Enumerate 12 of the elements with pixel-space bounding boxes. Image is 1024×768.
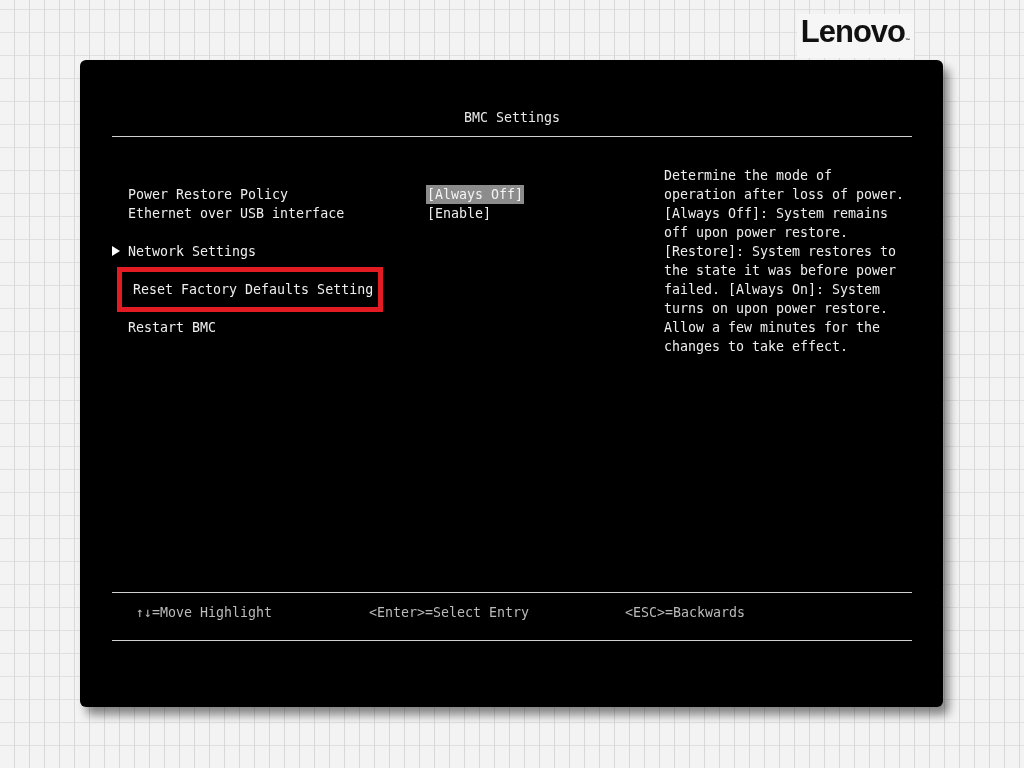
setting-value[interactable]: [Enable] — [426, 204, 493, 223]
menu-item[interactable]: Reset Factory Defaults Setting — [117, 267, 384, 312]
menu-item[interactable]: Network Settings — [128, 242, 426, 261]
key-hint: ↑↓=Move Highlight — [136, 604, 274, 622]
help-text: Determine the mode of operation after loss of power. [Always Off]: System remains off upon power restore. [Restore]: System restores to the state it was before power failed. [Always On]: System turns on upon power restore. Allow a few minutes for the changes to take effect. — [663, 167, 906, 356]
menu-item[interactable]: Restart BMC — [128, 318, 426, 337]
submenu-arrow-icon — [112, 246, 120, 256]
menu-item[interactable]: Ethernet over USB interface — [128, 204, 426, 223]
key-hint: <Enter>=Select Entry — [369, 604, 531, 622]
menu-item[interactable]: Power Restore Policy — [128, 185, 426, 204]
key-hint: <ESC>=Backwards — [625, 604, 746, 622]
screen-title: BMC Settings — [462, 109, 562, 127]
